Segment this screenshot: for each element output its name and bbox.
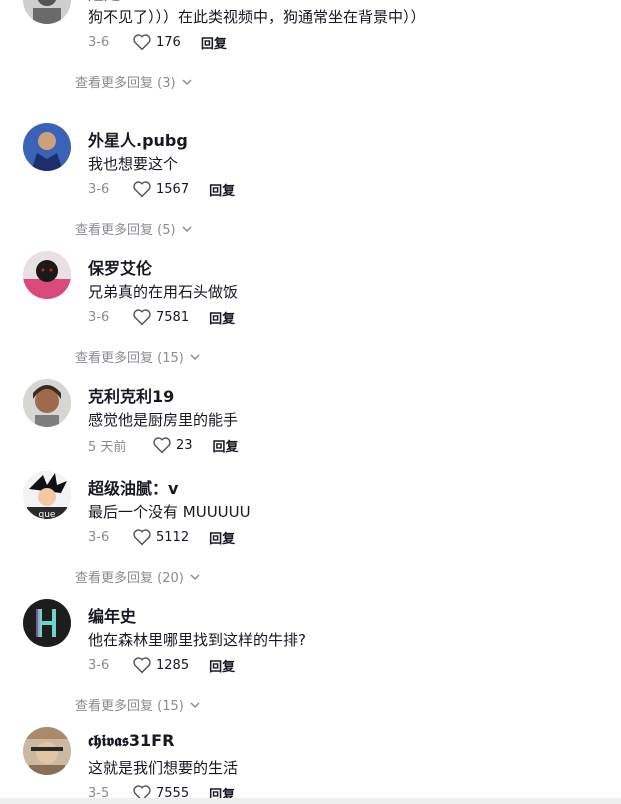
- comment-meta: 3-6 176 回复: [88, 32, 227, 52]
- view-more-label: 查看更多回复 (5): [75, 223, 176, 238]
- comment-text: 这就是我们想要的生活: [88, 759, 239, 777]
- comment-date: 3-6: [88, 529, 110, 545]
- avatar[interactable]: [23, 599, 71, 647]
- comment-date: 3-6: [88, 34, 110, 50]
- comment-date: 3-6: [88, 181, 110, 197]
- comment-text: 感觉他是厨房里的能手: [88, 411, 239, 429]
- comment-meta: 3-6 1285 回复: [88, 655, 235, 675]
- like-count: 5112: [156, 529, 190, 545]
- comment-author[interactable]: 克利克利19: [88, 383, 174, 407]
- chevron-down-icon: [190, 353, 200, 360]
- comment-author[interactable]: 保罗艾伦: [88, 255, 152, 279]
- comment-text: 最后一个没有 MUUUUU: [88, 503, 251, 521]
- comment-author[interactable]: 超级油腻：v: [88, 475, 178, 499]
- comment-meta: 3-6 7581 回复: [88, 307, 235, 327]
- view-more-label: 查看更多回复 (15): [75, 699, 184, 714]
- avatar[interactable]: [23, 727, 71, 775]
- like-button[interactable]: 1285: [132, 656, 209, 674]
- avatar[interactable]: [23, 251, 71, 299]
- view-more-label: 查看更多回复 (20): [75, 571, 184, 586]
- comment-meta: 5 天前 23 回复: [88, 435, 239, 455]
- heart-icon: [133, 34, 151, 51]
- chevron-down-icon: [190, 573, 200, 580]
- comment-text: 我也想要这个: [88, 155, 179, 173]
- like-count: 1567: [156, 181, 190, 197]
- heart-icon: [133, 309, 151, 326]
- avatar[interactable]: que: [23, 471, 71, 519]
- comment-meta: 3-6 5112 回复: [88, 527, 235, 547]
- like-count: 7581: [156, 309, 190, 325]
- bottom-divider: [0, 798, 621, 804]
- comment-author[interactable]: 外星人.pubg: [88, 127, 188, 151]
- comment-text: 狗不见了）））在此类视频中，狗通常坐在背景中））: [88, 8, 426, 26]
- view-more-replies[interactable]: 查看更多回复 (5): [75, 219, 192, 238]
- avatar[interactable]: [23, 123, 71, 171]
- like-button[interactable]: 7581: [132, 308, 209, 326]
- comment-text: 他在森林里哪里找到这样的牛排?: [88, 631, 306, 649]
- like-count: 1285: [156, 657, 190, 673]
- reply-button[interactable]: 回复: [209, 528, 235, 547]
- view-more-replies[interactable]: 查看更多回复 (15): [75, 347, 200, 366]
- svg-text:que: que: [39, 510, 56, 519]
- view-more-replies[interactable]: 查看更多回复 (20): [75, 567, 200, 586]
- like-count: 176: [156, 34, 181, 50]
- reply-button[interactable]: 回复: [201, 33, 227, 52]
- view-more-label: 查看更多回复 (15): [75, 351, 184, 366]
- comment-author[interactable]: 编年史: [88, 603, 136, 627]
- view-more-replies[interactable]: 查看更多回复 (3): [75, 72, 192, 91]
- comment-author[interactable]: 𝖈𝖍𝖎𝖛𝖆𝖘31FR: [88, 731, 174, 751]
- chevron-down-icon: [182, 78, 192, 85]
- comment-author[interactable]: 这是: [88, 0, 120, 4]
- comment-date: 3-6: [88, 309, 110, 325]
- like-button[interactable]: 1567: [132, 180, 209, 198]
- comment-date: 5 天前: [88, 439, 127, 455]
- avatar[interactable]: [23, 0, 71, 24]
- like-count: 23: [176, 437, 193, 453]
- like-button[interactable]: 176: [132, 33, 201, 51]
- view-more-label: 查看更多回复 (3): [75, 76, 176, 91]
- heart-icon: [133, 657, 151, 674]
- avatar[interactable]: [23, 379, 71, 427]
- comment-date: 3-6: [88, 657, 110, 673]
- heart-icon: [133, 181, 151, 198]
- like-button[interactable]: 23: [152, 436, 213, 454]
- comment-text: 兄弟真的在用石头做饭: [88, 283, 239, 301]
- reply-button[interactable]: 回复: [209, 656, 235, 675]
- comment-meta: 3-6 1567 回复: [88, 179, 235, 199]
- like-button[interactable]: 5112: [132, 528, 209, 546]
- heart-icon: [153, 437, 171, 454]
- reply-button[interactable]: 回复: [209, 180, 235, 199]
- chevron-down-icon: [190, 701, 200, 708]
- view-more-replies[interactable]: 查看更多回复 (15): [75, 695, 200, 714]
- heart-icon: [133, 529, 151, 546]
- chevron-down-icon: [182, 225, 192, 232]
- reply-button[interactable]: 回复: [213, 436, 239, 455]
- reply-button[interactable]: 回复: [209, 308, 235, 327]
